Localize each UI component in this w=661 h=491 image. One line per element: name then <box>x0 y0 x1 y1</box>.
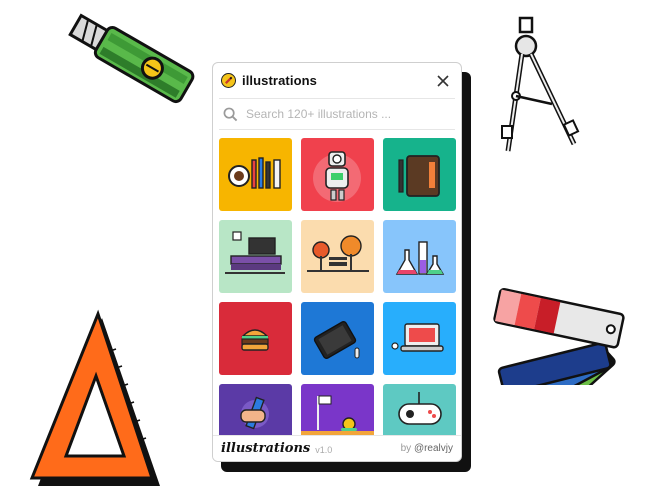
utility-knife-icon <box>68 13 195 104</box>
close-button[interactable] <box>433 71 453 91</box>
illustration-tile[interactable] <box>383 302 456 375</box>
illustration-tile[interactable] <box>219 384 292 435</box>
notebook-illustration-icon <box>383 138 456 211</box>
close-icon <box>437 74 449 87</box>
author-link[interactable]: @realvjy <box>414 443 453 454</box>
snail-finish-illustration-icon <box>301 384 374 435</box>
illustration-tile[interactable] <box>219 138 292 211</box>
illustration-tile[interactable] <box>383 384 456 435</box>
illustration-grid <box>219 138 457 435</box>
credit-by: by <box>400 443 412 454</box>
tv-room-illustration-icon <box>219 220 292 293</box>
illustration-tile[interactable] <box>301 138 374 211</box>
pencil-logo-icon <box>221 73 236 88</box>
coffee-pens-illustration-icon <box>219 138 292 211</box>
color-swatch-icon <box>493 287 625 385</box>
search-bar <box>219 98 455 130</box>
tablet-stylus-illustration-icon <box>301 302 374 375</box>
pen-hand-illustration-icon <box>219 384 292 435</box>
illustrations-panel: illustrations Search 120+ illustrations … <box>212 62 462 462</box>
illustration-tile[interactable] <box>301 220 374 293</box>
park-bench-illustration-icon <box>301 220 374 293</box>
drawing-compass-icon <box>501 16 580 152</box>
search-icon <box>223 107 238 121</box>
illustration-tile[interactable] <box>301 384 374 435</box>
gamepad-illustration-icon <box>383 384 456 435</box>
panel-title: illustrations <box>242 73 317 88</box>
illustration-tile[interactable] <box>301 302 374 375</box>
credit: by @realvjy <box>401 443 453 454</box>
set-square-icon <box>29 309 160 486</box>
version-label: v1.0 <box>315 445 333 455</box>
laptop-mouse-illustration-icon <box>383 302 456 375</box>
illustration-tile[interactable] <box>383 138 456 211</box>
footer-brand: illustrations <box>221 441 311 456</box>
panel-footer: illustrations v1.0 by @realvjy <box>213 435 461 461</box>
lab-flasks-illustration-icon <box>383 220 456 293</box>
burger-illustration-icon <box>219 302 292 375</box>
robot-illustration-icon <box>301 138 374 211</box>
search-input[interactable] <box>244 106 451 122</box>
illustration-tile[interactable] <box>219 220 292 293</box>
illustration-tile[interactable] <box>219 302 292 375</box>
illustration-tile[interactable] <box>383 220 456 293</box>
panel-header: illustrations <box>213 63 461 98</box>
